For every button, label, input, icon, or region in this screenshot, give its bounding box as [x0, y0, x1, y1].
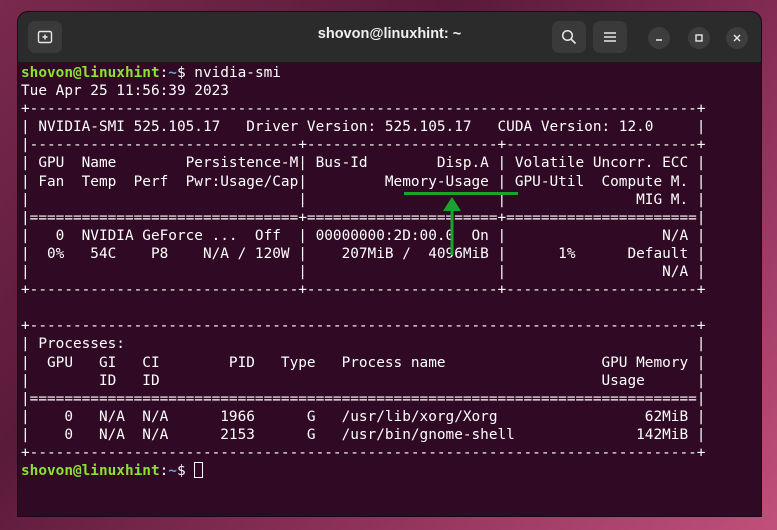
command-text: nvidia-smi	[194, 65, 281, 81]
output-line: | Fan Temp Perf Pwr:Usage/Cap| Memory-Us…	[21, 173, 706, 190]
output-line: | | | N/A |	[21, 264, 706, 281]
output-line: Tue Apr 25 11:56:39 2023	[21, 83, 229, 100]
prompt-separator: :	[159, 65, 169, 81]
output-line: | GPU GI CI PID Type Process name GPU Me…	[21, 354, 706, 371]
terminal-window: shovon@linuxhint: ~ shovon@linuxhint:~$ …	[18, 12, 761, 516]
output-line: |===============================+=======…	[21, 209, 706, 226]
output-line: +---------------------------------------…	[21, 444, 706, 461]
command-line: shovon@linuxhint:~$ nvidia-smi	[21, 64, 761, 82]
output-line: | 0 N/A N/A 1966 G /usr/lib/xorg/Xorg 62…	[21, 408, 706, 425]
driver-version-underline	[404, 192, 518, 195]
prompt-separator: :	[159, 463, 169, 480]
output-line: +-------------------------------+-------…	[21, 282, 706, 299]
hamburger-menu-icon	[604, 32, 616, 42]
text-cursor	[194, 462, 204, 479]
output-line: | 0 NVIDIA GeForce ... Off | 00000000:2D…	[21, 227, 706, 244]
output-line: | Processes: |	[21, 336, 706, 353]
output-line: | 0 N/A N/A 2153 G /usr/bin/gnome-shell …	[21, 426, 706, 443]
output-line: | ID ID Usage |	[21, 372, 706, 389]
minimize-button[interactable]	[648, 27, 670, 49]
minimize-icon	[656, 39, 662, 41]
output-line: | NVIDIA-SMI 525.105.17 Driver Version: …	[21, 119, 706, 136]
prompt-line: shovon@linuxhint:~$	[21, 462, 761, 480]
prompt-user: shovon@linuxhint	[21, 65, 160, 81]
output-line: | GPU Name Persistence-M| Bus-Id Disp.A …	[21, 155, 706, 172]
output-line: |=======================================…	[21, 390, 706, 407]
output-line: |-------------------------------+-------…	[21, 137, 706, 154]
prompt-path: ~	[168, 65, 177, 81]
prompt-symbol: $	[176, 65, 195, 81]
title-bar: shovon@linuxhint: ~	[18, 12, 761, 63]
nvidia-smi-output: Tue Apr 25 11:56:39 2023 +--------------…	[21, 82, 761, 462]
menu-button[interactable]	[593, 21, 627, 53]
close-icon	[733, 34, 741, 42]
maximize-button[interactable]	[688, 27, 710, 49]
output-line: | 0% 54C P8 N/A / 120W | 207MiB / 4096Mi…	[21, 245, 706, 262]
prompt-user: shovon@linuxhint	[21, 463, 160, 480]
terminal-output[interactable]: shovon@linuxhint:~$ nvidia-smi Tue Apr 2…	[21, 63, 761, 516]
close-button[interactable]	[726, 27, 748, 49]
search-icon	[561, 29, 577, 45]
output-line: | | | MIG M. |	[21, 191, 706, 208]
output-line: +---------------------------------------…	[21, 101, 706, 118]
prompt-path: ~	[168, 463, 177, 480]
output-line: +---------------------------------------…	[21, 318, 706, 335]
search-button[interactable]	[552, 21, 586, 53]
maximize-icon	[695, 34, 703, 42]
annotation-arrow-icon	[443, 197, 461, 255]
prompt-symbol: $	[176, 463, 195, 480]
